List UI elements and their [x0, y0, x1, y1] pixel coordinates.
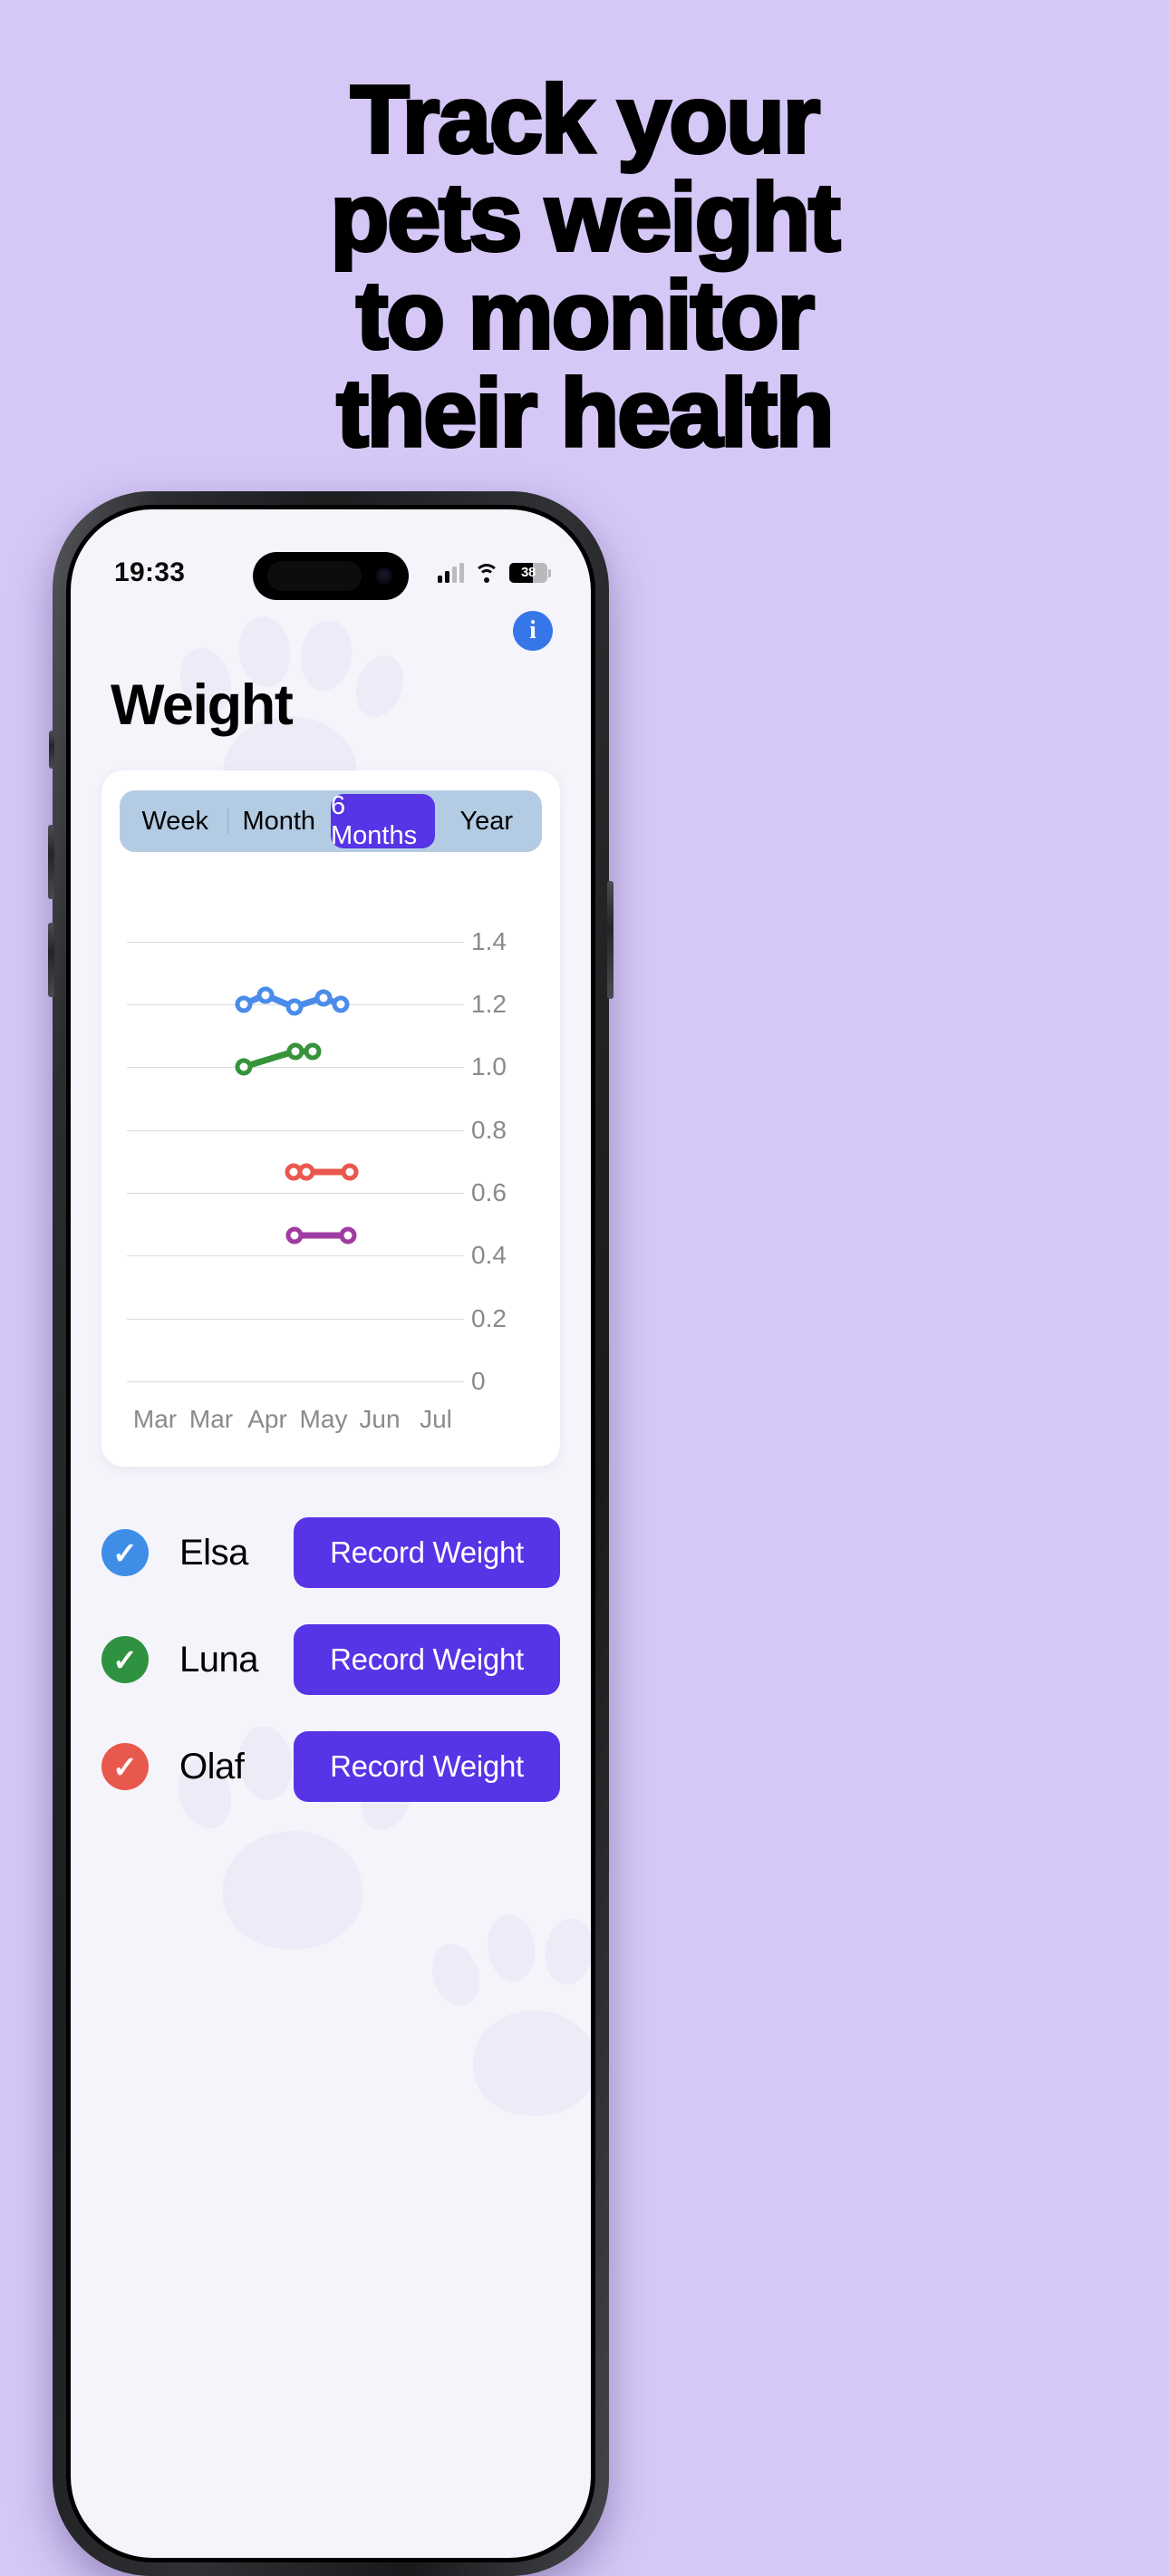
- chart-data-point[interactable]: [339, 1226, 357, 1244]
- chart-y-tick-label: 0.2: [471, 1303, 507, 1332]
- battery-cap: [548, 568, 551, 577]
- segment-week[interactable]: Week: [123, 794, 227, 848]
- phone-screen: 19:33 38 i Weight Week Month 6 Months Ye…: [71, 509, 591, 2558]
- chart-card: Week Month 6 Months Year 1.4 1.2 1.0 0.8…: [101, 770, 560, 1467]
- pet-visibility-checkbox-olaf[interactable]: ✓: [101, 1743, 149, 1790]
- headline-line-4: their health: [334, 360, 836, 468]
- chart-x-tick-label: May: [299, 1405, 348, 1433]
- segment-year[interactable]: Year: [435, 794, 539, 848]
- chart-x-tick-label: Mar: [188, 1405, 234, 1433]
- segment-month[interactable]: Month: [227, 794, 332, 848]
- chart-y-tick-label: 0.8: [471, 1115, 507, 1144]
- chart-x-tick-label: Apr: [247, 1405, 287, 1433]
- power-button[interactable]: [607, 881, 613, 999]
- volume-up-button[interactable]: [48, 825, 54, 899]
- chart-y-tick-label: 0.4: [471, 1241, 507, 1270]
- range-segmented-control[interactable]: Week Month 6 Months Year: [120, 790, 542, 852]
- volume-down-button[interactable]: [48, 923, 54, 997]
- headline-line-2: pets weight: [328, 164, 842, 272]
- chart-data-point[interactable]: [285, 1226, 304, 1244]
- chart-series-pet-4: [127, 910, 464, 1381]
- chart-y-tick-label: 1.2: [471, 990, 507, 1018]
- chart-y-tick-label: 0: [471, 1367, 486, 1395]
- pet-row: ✓ Elsa Record Weight: [101, 1499, 560, 1606]
- info-button[interactable]: i: [513, 611, 553, 651]
- chart-x-tick-label: Mar: [132, 1405, 178, 1433]
- chart-y-tick-label: 1.4: [471, 926, 507, 955]
- phone-bezel: 19:33 38 i Weight Week Month 6 Months Ye…: [66, 505, 595, 2562]
- segment-month-label: Month: [242, 806, 316, 836]
- chart-y-tick-label: 0.6: [471, 1178, 507, 1206]
- record-weight-button-elsa[interactable]: Record Weight: [294, 1517, 560, 1588]
- weight-line-chart: 1.4 1.2 1.0 0.8 0.6 0.4 0.2 0 Mar Mar Apr May Jun Ju…: [120, 885, 542, 1447]
- chart-gridline: [127, 1381, 464, 1382]
- battery-icon: 38: [509, 563, 547, 583]
- chart-x-axis-labels: Mar Mar Apr May Jun Jul: [127, 1405, 464, 1434]
- segment-6-months[interactable]: 6 Months: [331, 791, 435, 850]
- record-weight-button-olaf[interactable]: Record Weight: [294, 1731, 560, 1802]
- segment-6-months-label: 6 Months: [331, 791, 418, 850]
- pet-visibility-checkbox-elsa[interactable]: ✓: [101, 1529, 149, 1576]
- pet-name-label: Olaf: [179, 1746, 245, 1787]
- battery-level: 38: [521, 565, 536, 580]
- phone-mockup: 19:33 38 i Weight Week Month 6 Months Ye…: [48, 491, 613, 2576]
- pet-name-label: Luna: [179, 1639, 258, 1680]
- headline-line-3: to monitor: [354, 262, 816, 370]
- pet-visibility-checkbox-luna[interactable]: ✓: [101, 1636, 149, 1683]
- marketing-headline: Track your pets weight to monitor their …: [0, 66, 1169, 468]
- pet-list: ✓ Elsa Record Weight ✓ Luna Record Weight ✓ Ola…: [71, 1467, 591, 1820]
- status-indicators: 38: [438, 563, 551, 583]
- toolbar: i: [71, 600, 591, 651]
- status-clock: 19:33: [114, 557, 186, 587]
- chart-plot-area: 1.4 1.2 1.0 0.8 0.6 0.4 0.2 0: [127, 910, 507, 1395]
- paw-watermark-right: [424, 1905, 591, 2116]
- headline-line-1: Track your: [349, 66, 822, 173]
- dynamic-island: [253, 552, 409, 600]
- chart-x-tick-label: Jun: [359, 1405, 401, 1433]
- segment-week-label: Week: [141, 806, 209, 836]
- cellular-signal-icon: [438, 563, 464, 583]
- segment-divider: [227, 809, 228, 834]
- page-title: Weight: [111, 673, 294, 737]
- segment-year-label: Year: [459, 806, 514, 836]
- wifi-icon: [474, 563, 499, 583]
- app-content: i Weight Week Month 6 Months Year 1.4 1.…: [71, 509, 591, 2558]
- pet-row: ✓ Luna Record Weight: [101, 1606, 560, 1713]
- record-weight-button-luna[interactable]: Record Weight: [294, 1624, 560, 1695]
- silence-switch[interactable]: [49, 731, 54, 769]
- pet-row: ✓ Olaf Record Weight: [101, 1713, 560, 1820]
- pet-name-label: Elsa: [179, 1532, 248, 1573]
- chart-x-tick-label: Jul: [420, 1405, 452, 1433]
- chart-y-tick-label: 1.0: [471, 1052, 507, 1081]
